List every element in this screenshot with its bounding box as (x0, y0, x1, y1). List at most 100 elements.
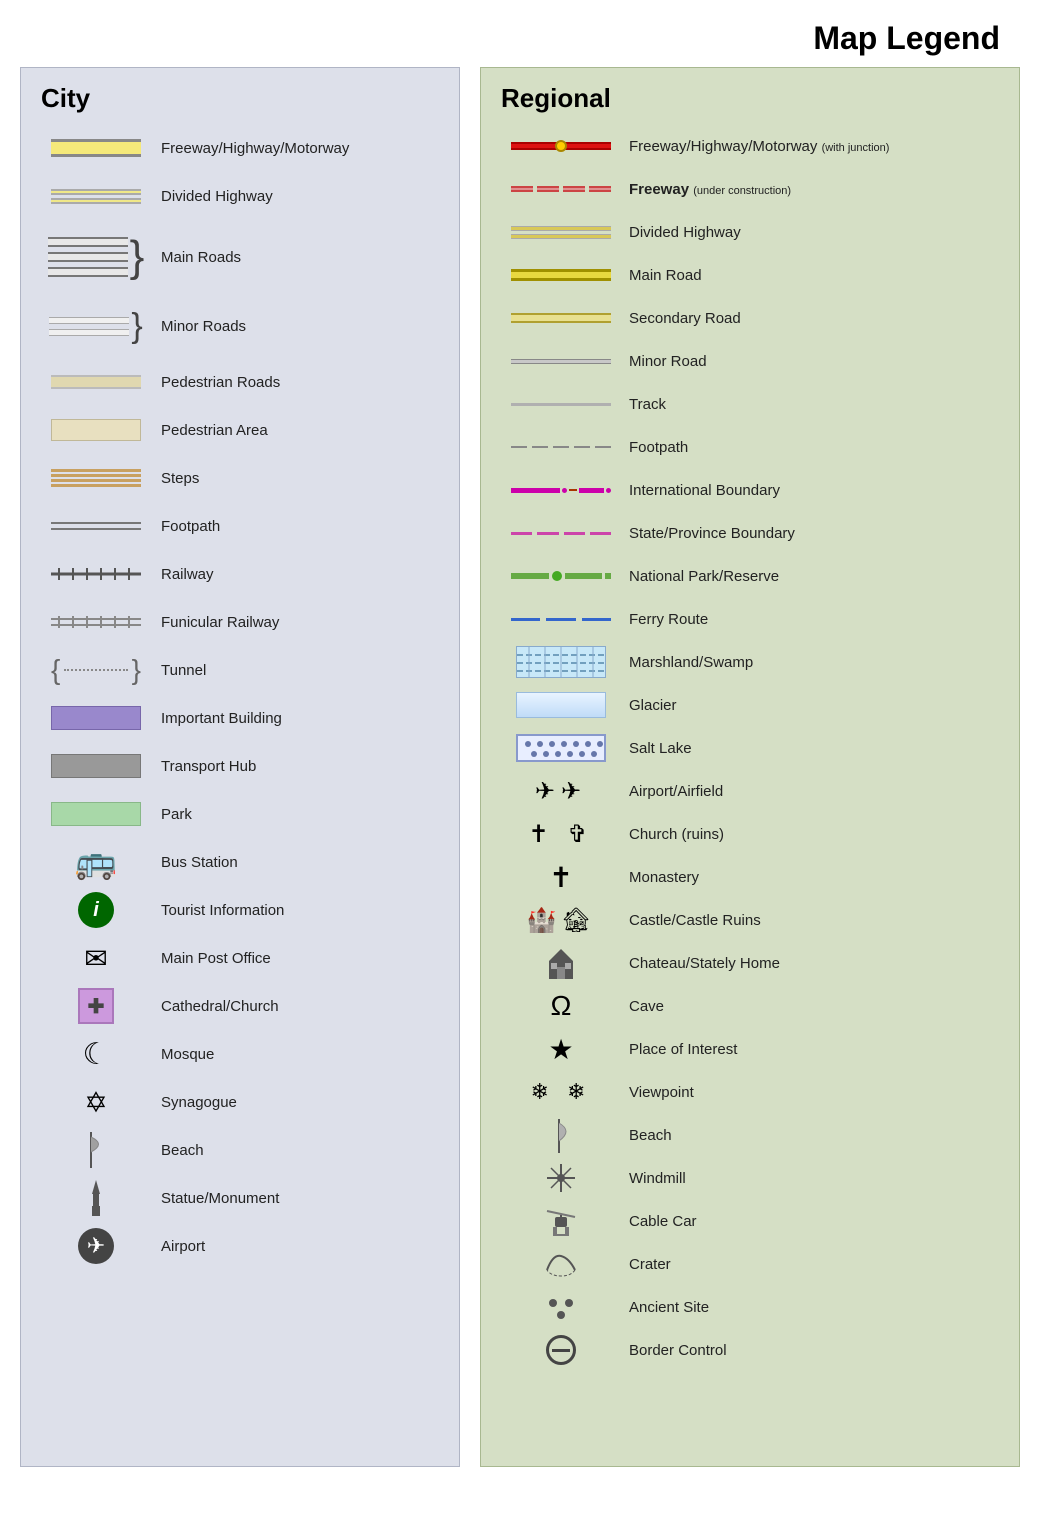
list-item: Ferry Route (501, 599, 999, 639)
castle-symbol: 🏰🏚 (501, 906, 621, 935)
list-item: National Park/Reserve (501, 556, 999, 596)
airport-city-label: Airport (151, 1238, 439, 1255)
divided-highway-symbol (41, 189, 151, 204)
statue-label: Statue/Monument (151, 1190, 439, 1207)
place-of-interest-label: Place of Interest (621, 1041, 999, 1058)
list-item: { } Tunnel (41, 648, 439, 692)
list-item: Transport Hub (41, 744, 439, 788)
chateau-symbol (501, 945, 621, 981)
pedestrian-area-symbol (41, 419, 151, 441)
list-item: 🏰🏚 Castle/Castle Ruins (501, 900, 999, 940)
list-item: State/Province Boundary (501, 513, 999, 553)
glacier-label: Glacier (621, 697, 999, 714)
reg-footpath-label: Footpath (621, 439, 999, 456)
list-item: Minor Road (501, 341, 999, 381)
list-item: Crater (501, 1244, 999, 1284)
list-item: ✡ Synagogue (41, 1080, 439, 1124)
list-item: Border Control (501, 1330, 999, 1370)
list-item: ✈ Airport (41, 1224, 439, 1268)
list-item: ✉ Main Post Office (41, 936, 439, 980)
list-item: Park (41, 792, 439, 836)
marshland-symbol (501, 646, 621, 678)
beach-city-label: Beach (151, 1142, 439, 1159)
salt-lake-symbol (501, 734, 621, 762)
reg-church-label: Church (ruins) (621, 826, 999, 843)
cable-car-label: Cable Car (621, 1213, 999, 1230)
list-item: ☾ Mosque (41, 1032, 439, 1076)
main-roads-label: Main Roads (151, 249, 439, 266)
windmill-label: Windmill (621, 1170, 999, 1187)
reg-airport-symbol: ✈✈ (501, 777, 621, 806)
list-item: } Minor Roads (41, 296, 439, 356)
list-item: Marshland/Swamp (501, 642, 999, 682)
cave-symbol: Ω (501, 990, 621, 1022)
reg-beach-symbol (501, 1117, 621, 1153)
footpath-label: Footpath (151, 518, 439, 535)
reg-airport-label: Airport/Airfield (621, 783, 999, 800)
city-panel-title: City (41, 83, 439, 114)
reg-track-label: Track (621, 396, 999, 413)
crater-label: Crater (621, 1256, 999, 1273)
tourist-info-symbol: i (41, 892, 151, 928)
post-office-label: Main Post Office (151, 950, 439, 967)
list-item: 🚌 Bus Station (41, 840, 439, 884)
tunnel-symbol: { } (41, 659, 151, 681)
reg-beach-label: Beach (621, 1127, 999, 1144)
reg-main-road-symbol (501, 269, 621, 281)
statue-symbol (41, 1180, 151, 1216)
ancient-site-symbol (501, 1293, 621, 1321)
park-label: Park (151, 806, 439, 823)
railway-label: Railway (151, 566, 439, 583)
state-boundary-symbol (501, 532, 621, 535)
minor-roads-symbol: } (41, 309, 151, 343)
list-item: Windmill (501, 1158, 999, 1198)
cave-label: Cave (621, 998, 999, 1015)
place-of-interest-symbol: ★ (501, 1033, 621, 1066)
crater-symbol (501, 1250, 621, 1278)
bus-station-symbol: 🚌 (41, 842, 151, 882)
list-item: i Tourist Information (41, 888, 439, 932)
list-item: Important Building (41, 696, 439, 740)
glacier-symbol (501, 692, 621, 718)
ancient-site-label: Ancient Site (621, 1299, 999, 1316)
mosque-label: Mosque (151, 1046, 439, 1063)
list-item: ✝ Monastery (501, 857, 999, 897)
castle-label: Castle/Castle Ruins (621, 912, 999, 929)
list-item: ✝ ✞ Church (ruins) (501, 814, 999, 854)
regional-panel-title: Regional (501, 83, 999, 114)
int-boundary-label: International Boundary (621, 482, 999, 499)
marshland-label: Marshland/Swamp (621, 654, 999, 671)
freeway-symbol (41, 139, 151, 157)
park-symbol (41, 802, 151, 826)
list-item: } Main Roads (41, 222, 439, 292)
pedestrian-roads-label: Pedestrian Roads (151, 374, 439, 391)
cathedral-symbol: ✚ (41, 988, 151, 1024)
int-boundary-symbol (501, 488, 621, 493)
transport-hub-label: Transport Hub (151, 758, 439, 775)
synagogue-symbol: ✡ (41, 1086, 151, 1119)
list-item: Secondary Road (501, 298, 999, 338)
list-item: Pedestrian Roads (41, 360, 439, 404)
ferry-symbol (501, 618, 621, 621)
mosque-symbol: ☾ (41, 1037, 151, 1072)
reg-track-symbol (501, 403, 621, 406)
list-item: Salt Lake (501, 728, 999, 768)
page-title: Map Legend (20, 20, 1030, 67)
list-item: Chateau/Stately Home (501, 943, 999, 983)
list-item: Footpath (41, 504, 439, 548)
list-item: Cable Car (501, 1201, 999, 1241)
bus-station-label: Bus Station (151, 854, 439, 871)
important-building-label: Important Building (151, 710, 439, 727)
post-office-symbol: ✉ (41, 942, 151, 975)
reg-divided-label: Divided Highway (621, 224, 999, 241)
list-item: ❄ ❄ Viewpoint (501, 1072, 999, 1112)
list-item: Divided Highway (41, 174, 439, 218)
important-building-symbol (41, 706, 151, 730)
list-item: Ω Cave (501, 986, 999, 1026)
funicular-symbol (41, 614, 151, 630)
list-item: Glacier (501, 685, 999, 725)
windmill-symbol (501, 1160, 621, 1196)
reg-secondary-label: Secondary Road (621, 310, 999, 327)
freeway-label: Freeway/Highway/Motorway (151, 140, 439, 157)
reg-footpath-symbol (501, 446, 621, 448)
